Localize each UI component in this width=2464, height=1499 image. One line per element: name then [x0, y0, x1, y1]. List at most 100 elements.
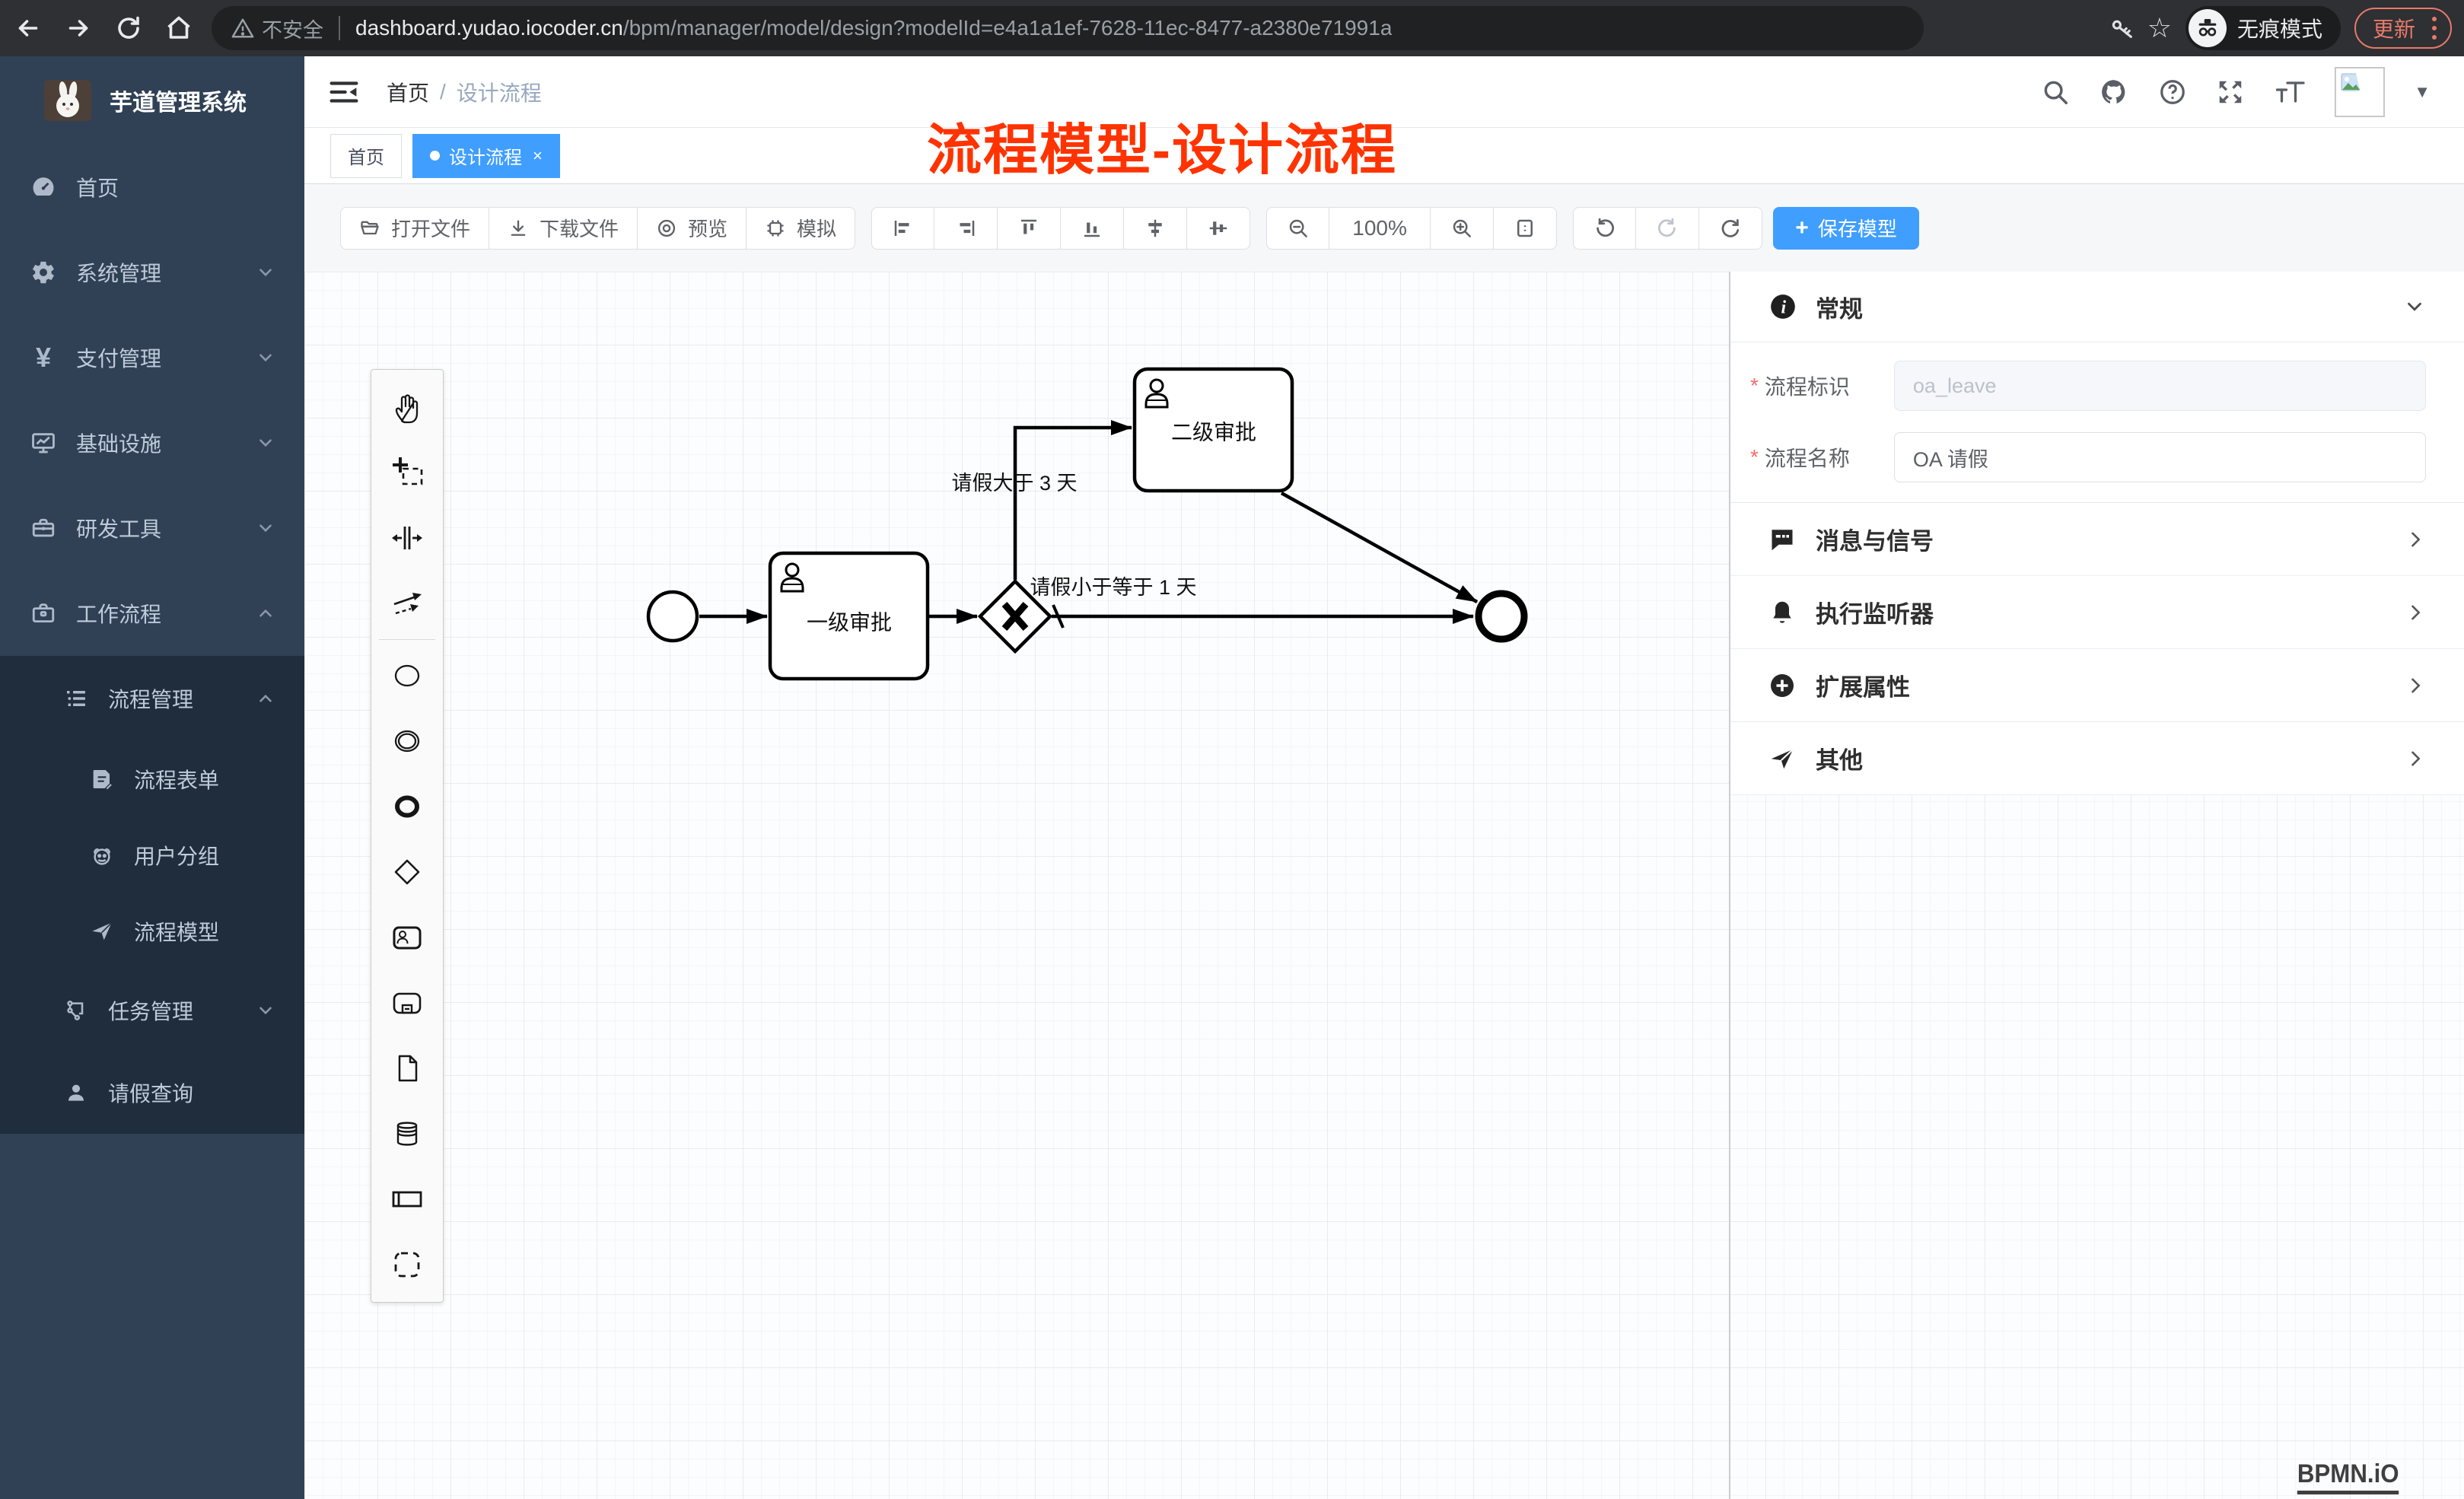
flow-task2-to-end[interactable]	[1281, 493, 1477, 602]
sidebar-item-process-form[interactable]: 流程表单	[0, 741, 304, 817]
flow-share-icon	[64, 998, 88, 1023]
align-right-button[interactable]	[934, 207, 998, 250]
app-logo[interactable]: 芋道管理系统	[0, 56, 304, 145]
briefcase-icon	[30, 600, 56, 626]
url-divider	[339, 16, 340, 40]
flow-gateway-to-task2[interactable]	[1015, 428, 1132, 580]
download-file-button[interactable]: 下载文件	[489, 207, 638, 250]
monitor-icon	[30, 430, 56, 456]
bookmark-star-icon[interactable]: ☆	[2147, 12, 2172, 44]
tab-close-icon[interactable]: ×	[533, 146, 543, 166]
url-path: /bpm/manager/model/design?modelId=e4a1a1…	[623, 16, 1393, 40]
user-task-level2[interactable]: 二级审批	[1135, 369, 1292, 491]
panel-section-others[interactable]: 其他	[1730, 722, 2464, 795]
github-icon[interactable]	[2099, 77, 2129, 107]
task1-label: 一级审批	[807, 610, 892, 634]
sidebar: 芋道管理系统 首页 系统管理 ¥ 支付管理 基础设施	[0, 56, 304, 1499]
process-name-label: 流程名称	[1765, 442, 1894, 473]
security-warning-icon	[231, 17, 254, 40]
incognito-badge: 无痕模式	[2185, 6, 2341, 50]
zoom-out-button[interactable]	[1266, 207, 1329, 250]
sidebar-item-leave-query[interactable]: 请假查询	[0, 1052, 304, 1134]
bpmn-canvas[interactable]: 一级审批	[304, 272, 2464, 1499]
plus-icon: +	[1795, 215, 1809, 241]
undo-button[interactable]	[1573, 207, 1636, 250]
align-top-button[interactable]	[998, 207, 1061, 250]
bpmn-toolbar: 打开文件 下载文件 预览 模拟	[304, 184, 2464, 272]
bell-icon	[1768, 599, 1796, 626]
chip-icon	[765, 218, 786, 239]
simulate-button[interactable]: 模拟	[747, 207, 855, 250]
tab-home[interactable]: 首页	[330, 134, 402, 178]
zoom-in-button[interactable]	[1431, 207, 1494, 250]
folder-open-icon	[359, 218, 380, 239]
open-file-button[interactable]: 打开文件	[340, 207, 489, 250]
sidebar-item-user-group[interactable]: 用户分组	[0, 817, 304, 893]
sidebar-item-system[interactable]: 系统管理	[0, 230, 304, 315]
help-icon[interactable]	[2158, 78, 2187, 107]
app-header: 首页 / 设计流程 ▼	[304, 56, 2464, 128]
sidebar-item-process-model[interactable]: 流程模型	[0, 893, 304, 969]
restart-button[interactable]	[1699, 207, 1762, 250]
browser-home-icon[interactable]	[157, 6, 201, 50]
sidebar-toggle-icon[interactable]	[329, 78, 359, 106]
user-task-level1[interactable]: 一级审批	[770, 553, 928, 679]
chevron-down-icon	[256, 348, 275, 368]
panel-section-general[interactable]: i 常规	[1730, 272, 2464, 342]
browser-forward-icon[interactable]	[56, 6, 100, 50]
redo-button[interactable]	[1636, 207, 1699, 250]
panel-section-extensions[interactable]: 扩展属性	[1730, 649, 2464, 722]
fullscreen-icon[interactable]	[2216, 78, 2245, 107]
sidebar-item-devtools[interactable]: 研发工具	[0, 485, 304, 571]
condition-label-le: 请假小于等于 1 天	[1030, 576, 1196, 599]
sidebar-item-pay[interactable]: ¥ 支付管理	[0, 315, 304, 400]
align-bottom-button[interactable]	[1061, 207, 1124, 250]
sidebar-item-infra[interactable]: 基础设施	[0, 400, 304, 485]
align-center-v-button[interactable]	[1187, 207, 1250, 250]
workflow-submenu: 流程管理 流程表单 用户分组 流程模型	[0, 656, 304, 1134]
password-key-icon[interactable]	[2109, 15, 2135, 41]
sidebar-item-home[interactable]: 首页	[0, 145, 304, 230]
browser-reload-icon[interactable]	[107, 6, 151, 50]
breadcrumb-home[interactable]: 首页	[387, 77, 429, 107]
gear-icon	[30, 259, 56, 285]
browser-menu-icon[interactable]	[2432, 17, 2437, 40]
security-label: 不安全	[262, 14, 323, 43]
tab-design-process[interactable]: 设计流程 ×	[412, 134, 560, 178]
panel-section-messages[interactable]: 消息与信号	[1730, 503, 2464, 576]
required-mark: *	[1750, 445, 1759, 469]
sidebar-item-workflow[interactable]: 工作流程	[0, 571, 304, 656]
save-model-button[interactable]: + 保存模型	[1773, 207, 1919, 250]
preview-button[interactable]: 预览	[638, 207, 747, 250]
condition-label-gt: 请假大于 3 天	[951, 472, 1077, 495]
process-key-input[interactable]	[1894, 361, 2426, 411]
preview-eye-icon	[656, 218, 677, 239]
incognito-label: 无痕模式	[2237, 13, 2322, 43]
browser-update-button[interactable]: 更新	[2354, 8, 2452, 49]
font-size-icon[interactable]	[2274, 78, 2306, 107]
logo-rabbit-image	[44, 80, 91, 121]
robot-face-icon	[90, 843, 114, 867]
bpmn-io-logo[interactable]: BPMN.iO	[2297, 1459, 2399, 1494]
sidebar-item-task-mgmt[interactable]: 任务管理	[0, 969, 304, 1052]
align-center-h-button[interactable]	[1124, 207, 1187, 250]
browser-back-icon[interactable]	[6, 6, 50, 50]
sidebar-item-process-mgmt[interactable]: 流程管理	[0, 656, 304, 741]
zoom-reset-button[interactable]	[1494, 207, 1557, 250]
align-left-button[interactable]	[871, 207, 934, 250]
panel-section-listeners[interactable]: 执行监听器	[1730, 576, 2464, 649]
avatar-caret-icon[interactable]: ▼	[2414, 82, 2431, 102]
breadcrumb: 首页 / 设计流程	[387, 77, 542, 107]
avatar[interactable]	[2335, 67, 2385, 117]
start-event[interactable]	[648, 592, 697, 641]
address-bar[interactable]: 不安全 dashboard.yudao.iocoder.cn/bpm/manag…	[212, 6, 1924, 50]
chevron-right-icon	[2405, 529, 2426, 550]
yen-icon: ¥	[30, 342, 56, 374]
process-name-input[interactable]	[1894, 432, 2426, 482]
properties-panel: i 常规 * 流程标识 * 流	[1729, 272, 2464, 1499]
end-event[interactable]	[1479, 594, 1524, 639]
toolbox-icon	[30, 515, 56, 541]
search-icon[interactable]	[2041, 78, 2070, 107]
chevron-up-icon	[256, 603, 275, 623]
chevron-down-icon	[256, 433, 275, 453]
